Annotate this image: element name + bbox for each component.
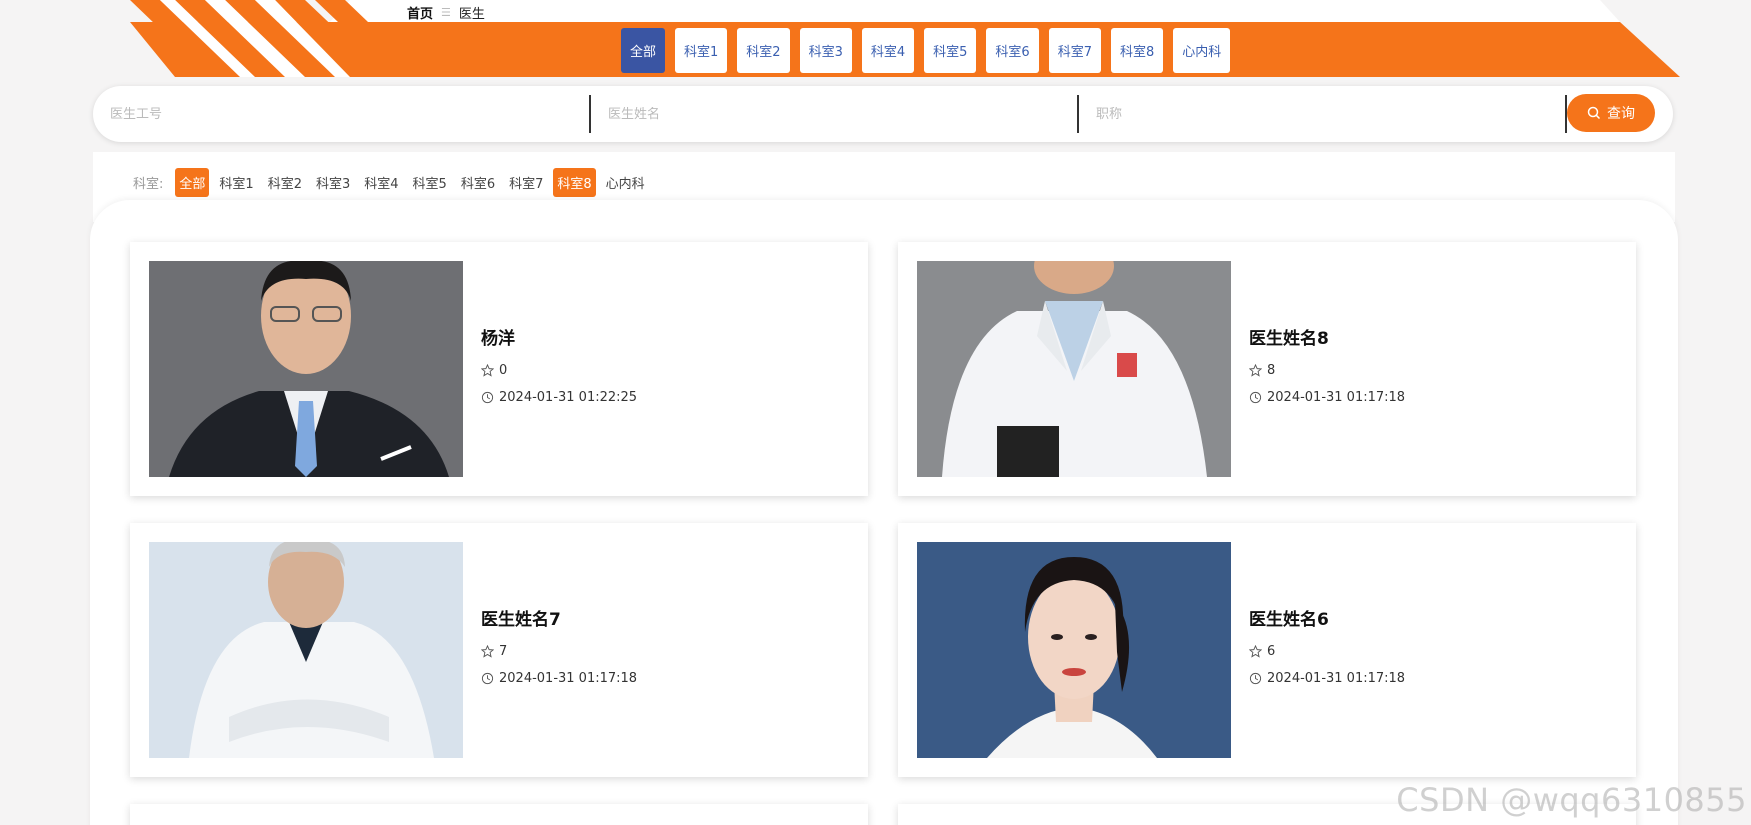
created-time: 2024-01-31 01:22:25 xyxy=(499,390,638,405)
doctor-favorites: 8 xyxy=(1249,363,1405,378)
doctor-card[interactable] xyxy=(130,804,868,825)
department-filter: 科室: 全部 科室1 科室2 科室3 科室4 科室5 科室6 科室7 科室8 心… xyxy=(133,168,649,197)
doctor-name: 杨洋 xyxy=(481,329,515,349)
doctor-card[interactable]: 医生姓名7 7 2024-01-31 01:17:18 xyxy=(130,523,868,777)
filter-item-department-7[interactable]: 科室7 xyxy=(505,168,547,197)
star-icon xyxy=(1249,645,1262,658)
filter-item-department-3[interactable]: 科室3 xyxy=(312,168,354,197)
watermark: CSDN @wqq6310855 xyxy=(1396,781,1747,819)
search-icon xyxy=(1587,106,1601,120)
tab-department-5[interactable]: 科室5 xyxy=(924,28,977,73)
filter-item-department-2[interactable]: 科室2 xyxy=(264,168,306,197)
favorites-count: 0 xyxy=(499,363,508,378)
doctor-name: 医生姓名6 xyxy=(1249,610,1329,630)
doctor-name-field[interactable] xyxy=(591,86,1077,142)
doctor-card[interactable]: 杨洋 0 2024-01-31 01:22:25 xyxy=(130,242,868,496)
breadcrumb-current: 医生 xyxy=(458,7,485,22)
top-banner: 首页 ☰ 医生 全部 科室1 科室2 科室3 科室4 科室5 科室6 科室7 科… xyxy=(0,0,1751,78)
filter-item-department-6[interactable]: 科室6 xyxy=(457,168,499,197)
tab-cardiology[interactable]: 心内科 xyxy=(1173,28,1231,73)
doctor-photo xyxy=(917,542,1231,758)
search-button[interactable]: 查询 xyxy=(1567,94,1655,132)
doctor-favorites: 6 xyxy=(1249,644,1405,659)
doctor-info: 医生姓名8 8 2024-01-31 01:17:18 xyxy=(1249,324,1405,417)
doctor-info: 医生姓名6 6 2024-01-31 01:17:18 xyxy=(1249,605,1405,698)
search-button-label: 查询 xyxy=(1607,106,1635,122)
filter-item-cardiology[interactable]: 心内科 xyxy=(602,168,649,197)
doctor-id-field[interactable] xyxy=(93,86,589,142)
doctor-name-input[interactable] xyxy=(608,106,1077,122)
tab-department-3[interactable]: 科室3 xyxy=(799,28,852,73)
doctor-list: 杨洋 0 2024-01-31 01:22:25 医生姓名8 8 2024-01… xyxy=(90,200,1678,825)
doctor-photo xyxy=(149,261,463,477)
favorites-count: 8 xyxy=(1267,363,1276,378)
doctor-id-input[interactable] xyxy=(110,106,589,122)
doctor-info: 杨洋 0 2024-01-31 01:22:25 xyxy=(481,324,637,417)
tab-department-8[interactable]: 科室8 xyxy=(1110,28,1164,73)
doctor-photo xyxy=(917,261,1231,477)
filter-item-department-8[interactable]: 科室8 xyxy=(553,168,596,197)
doctor-info: 医生姓名7 7 2024-01-31 01:17:18 xyxy=(481,605,637,698)
title-field[interactable] xyxy=(1079,86,1565,142)
breadcrumb: 首页 ☰ 医生 xyxy=(407,3,485,22)
doctor-name: 医生姓名8 xyxy=(1249,329,1329,349)
doctor-favorites: 0 xyxy=(481,363,637,378)
tab-department-7[interactable]: 科室7 xyxy=(1048,28,1101,73)
doctor-photo xyxy=(149,542,463,758)
filter-item-department-5[interactable]: 科室5 xyxy=(409,168,451,197)
created-time: 2024-01-31 01:17:18 xyxy=(499,671,638,686)
doctor-time: 2024-01-31 01:17:18 xyxy=(481,671,637,686)
doctor-favorites: 7 xyxy=(481,644,637,659)
clock-icon xyxy=(1249,672,1262,685)
title-input[interactable] xyxy=(1096,106,1565,122)
breadcrumb-home[interactable]: 首页 xyxy=(407,3,433,22)
filter-item-department-1[interactable]: 科室1 xyxy=(215,168,257,197)
clock-icon xyxy=(481,672,494,685)
doctor-time: 2024-01-31 01:17:18 xyxy=(1249,390,1405,405)
favorites-count: 6 xyxy=(1267,644,1276,659)
clock-icon xyxy=(1249,391,1262,404)
favorites-count: 7 xyxy=(499,644,508,659)
tab-department-6[interactable]: 科室6 xyxy=(986,28,1039,73)
filter-item-all[interactable]: 全部 xyxy=(175,168,210,197)
breadcrumb-separator-icon: ☰ xyxy=(441,6,451,19)
department-tabs: 全部 科室1 科室2 科室3 科室4 科室5 科室6 科室7 科室8 心内科 xyxy=(621,28,1231,73)
filter-label: 科室: xyxy=(133,177,164,192)
doctor-name: 医生姓名7 xyxy=(481,610,561,630)
doctor-time: 2024-01-31 01:22:25 xyxy=(481,390,637,405)
doctor-time: 2024-01-31 01:17:18 xyxy=(1249,671,1405,686)
created-time: 2024-01-31 01:17:18 xyxy=(1267,671,1406,686)
doctor-card[interactable]: 医生姓名6 6 2024-01-31 01:17:18 xyxy=(898,523,1636,777)
tab-department-2[interactable]: 科室2 xyxy=(737,28,790,73)
tab-all[interactable]: 全部 xyxy=(621,28,666,73)
tab-department-1[interactable]: 科室1 xyxy=(675,28,728,73)
doctor-card[interactable]: 医生姓名8 8 2024-01-31 01:17:18 xyxy=(898,242,1636,496)
tab-department-4[interactable]: 科室4 xyxy=(861,28,915,73)
filter-item-department-4[interactable]: 科室4 xyxy=(360,168,402,197)
clock-icon xyxy=(481,391,494,404)
star-icon xyxy=(1249,364,1262,377)
search-bar: 查询 xyxy=(93,86,1673,142)
created-time: 2024-01-31 01:17:18 xyxy=(1267,390,1406,405)
star-icon xyxy=(481,364,494,377)
star-icon xyxy=(481,645,494,658)
